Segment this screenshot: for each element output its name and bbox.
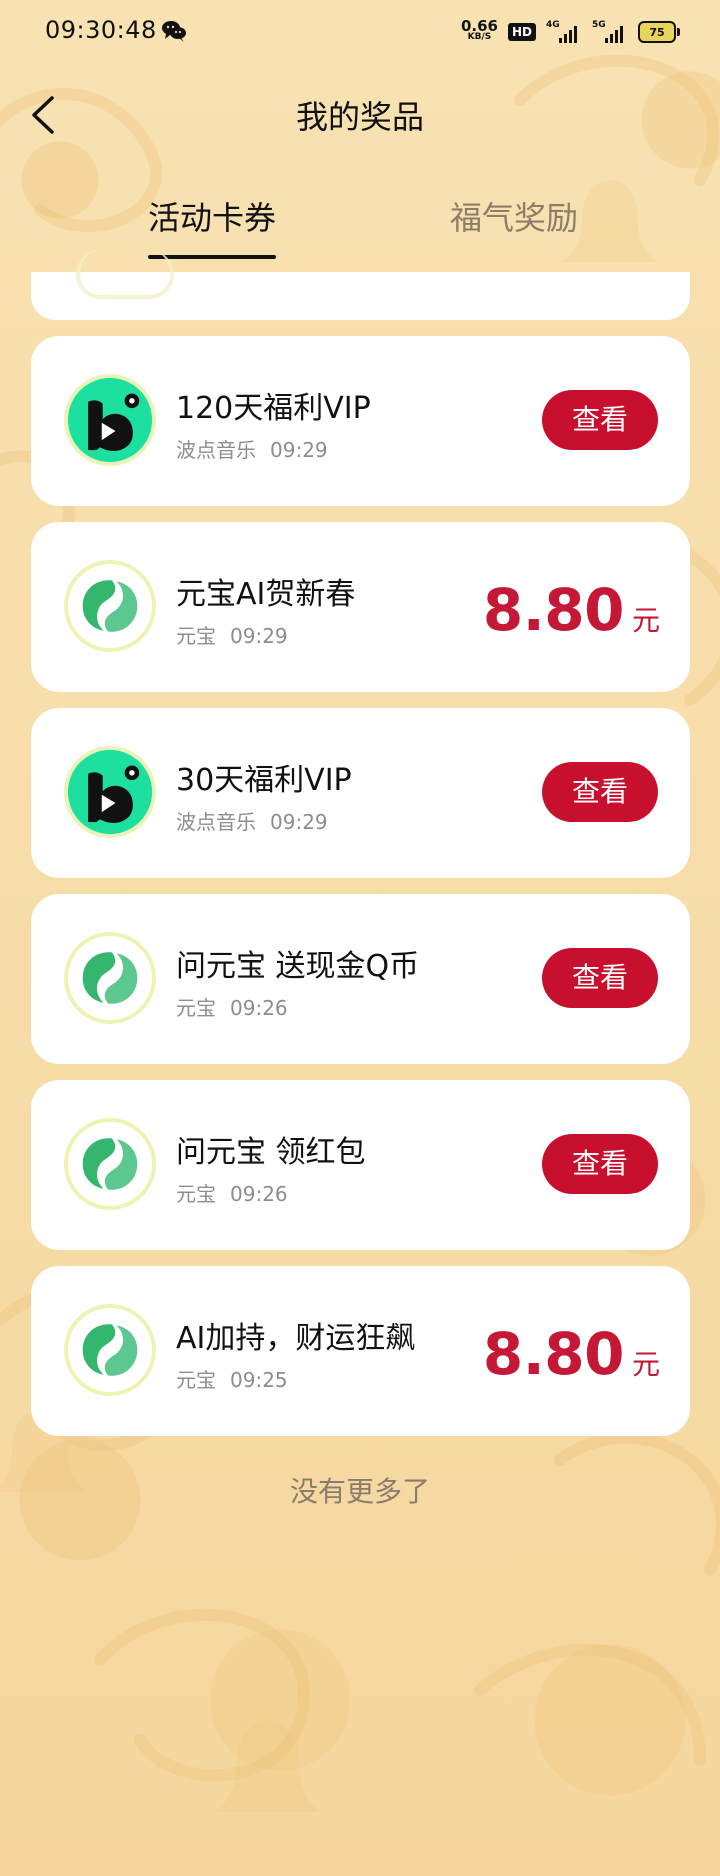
tab-bar: 活动卡券 福气奖励 <box>0 193 720 259</box>
status-indicators: 0.66 KB/S HD 4G 5G 75 <box>460 16 680 48</box>
prize-title: AI加持，财运狂飙 <box>176 1321 416 1356</box>
prize-amount: 8.80 元 <box>483 1320 660 1388</box>
network-speed-value: 0.66 <box>460 17 498 35</box>
status-time: 09:30:48 <box>45 16 157 44</box>
prize-title: 30天福利VIP <box>176 763 352 798</box>
view-prize-button[interactable]: 查看 <box>542 762 658 822</box>
prize-card: 问元宝 领红包 元宝 09:26 查看 <box>31 1080 690 1250</box>
prize-amount: 8.80 元 <box>483 576 660 644</box>
view-prize-button[interactable]: 查看 <box>542 1134 658 1194</box>
prize-time: 09:26 <box>230 1182 288 1206</box>
signal-5g-icon: 5G <box>592 20 628 44</box>
page-title: 我的奖品 <box>295 98 424 136</box>
prize-meta: 波点音乐 09:29 <box>176 434 328 463</box>
hd-badge: HD <box>507 23 536 41</box>
prize-card: AI加持，财运狂飙 元宝 09:25 8.80 元 <box>31 1266 690 1436</box>
tab-activity-coupons[interactable]: 活动卡券 <box>148 193 277 259</box>
signal-bars-icon <box>605 26 623 43</box>
view-prize-button[interactable]: 查看 <box>542 948 658 1008</box>
yuanbao-icon <box>64 932 156 1024</box>
prize-meta: 元宝 09:26 <box>176 1178 288 1207</box>
wechat-icon <box>162 21 186 42</box>
signal-bars-icon <box>559 26 577 43</box>
prize-time: 09:29 <box>270 810 328 834</box>
prize-meta: 波点音乐 09:29 <box>176 806 328 835</box>
tab-blessing-rewards[interactable]: 福气奖励 <box>450 193 578 239</box>
prize-source: 波点音乐 <box>176 438 256 462</box>
prize-title: 120天福利VIP <box>176 391 371 426</box>
prize-meta: 元宝 09:26 <box>176 992 288 1021</box>
prize-title: 元宝AI贺新春 <box>176 577 356 612</box>
amount-unit: 元 <box>631 1348 660 1381</box>
battery-level: 75 <box>649 25 665 39</box>
partial-avatar-ring <box>76 250 174 299</box>
network-speed-unit: KB/S <box>467 32 492 42</box>
prize-title: 问元宝 领红包 <box>176 1135 366 1170</box>
prize-card: 30天福利VIP 波点音乐 09:29 查看 <box>31 708 690 878</box>
bodian-music-icon <box>64 374 156 466</box>
prize-source: 波点音乐 <box>176 810 256 834</box>
amount-value: 8.80 <box>482 1320 625 1388</box>
partial-prize-card <box>31 250 690 320</box>
prize-source: 元宝 <box>176 1368 216 1392</box>
yuanbao-icon <box>64 1304 156 1396</box>
amount-unit: 元 <box>631 604 660 637</box>
prize-time: 09:25 <box>230 1368 288 1392</box>
yuanbao-icon <box>64 560 156 652</box>
network-speed: 0.66 KB/S <box>460 17 498 43</box>
battery-icon: 75 <box>638 21 680 43</box>
amount-value: 8.80 <box>482 576 625 644</box>
prize-time: 09:29 <box>270 438 328 462</box>
prize-source: 元宝 <box>176 624 216 648</box>
no-more-text: 没有更多了 <box>289 1475 430 1508</box>
view-prize-button[interactable]: 查看 <box>542 390 658 450</box>
signal-4g-icon: 4G <box>546 20 582 44</box>
prize-source: 元宝 <box>176 1182 216 1206</box>
page-header: 我的奖品 <box>0 80 720 152</box>
bodian-music-icon <box>64 746 156 838</box>
status-bar: 09:30:48 0.66 KB/S HD 4G 5G 75 <box>0 0 720 64</box>
prize-meta: 元宝 09:29 <box>176 620 288 649</box>
yuanbao-icon <box>64 1118 156 1210</box>
prize-title: 问元宝 送现金Q币 <box>176 949 420 984</box>
prize-time: 09:29 <box>230 624 288 648</box>
signal-4g-label: 4G <box>546 20 560 30</box>
prize-time: 09:26 <box>230 996 288 1020</box>
prize-card: 120天福利VIP 波点音乐 09:29 查看 <box>31 336 690 506</box>
prize-meta: 元宝 09:25 <box>176 1364 288 1393</box>
prize-source: 元宝 <box>176 996 216 1020</box>
signal-5g-label: 5G <box>592 20 606 30</box>
prize-card: 问元宝 送现金Q币 元宝 09:26 查看 <box>31 894 690 1064</box>
prize-card: 元宝AI贺新春 元宝 09:29 8.80 元 <box>31 522 690 692</box>
